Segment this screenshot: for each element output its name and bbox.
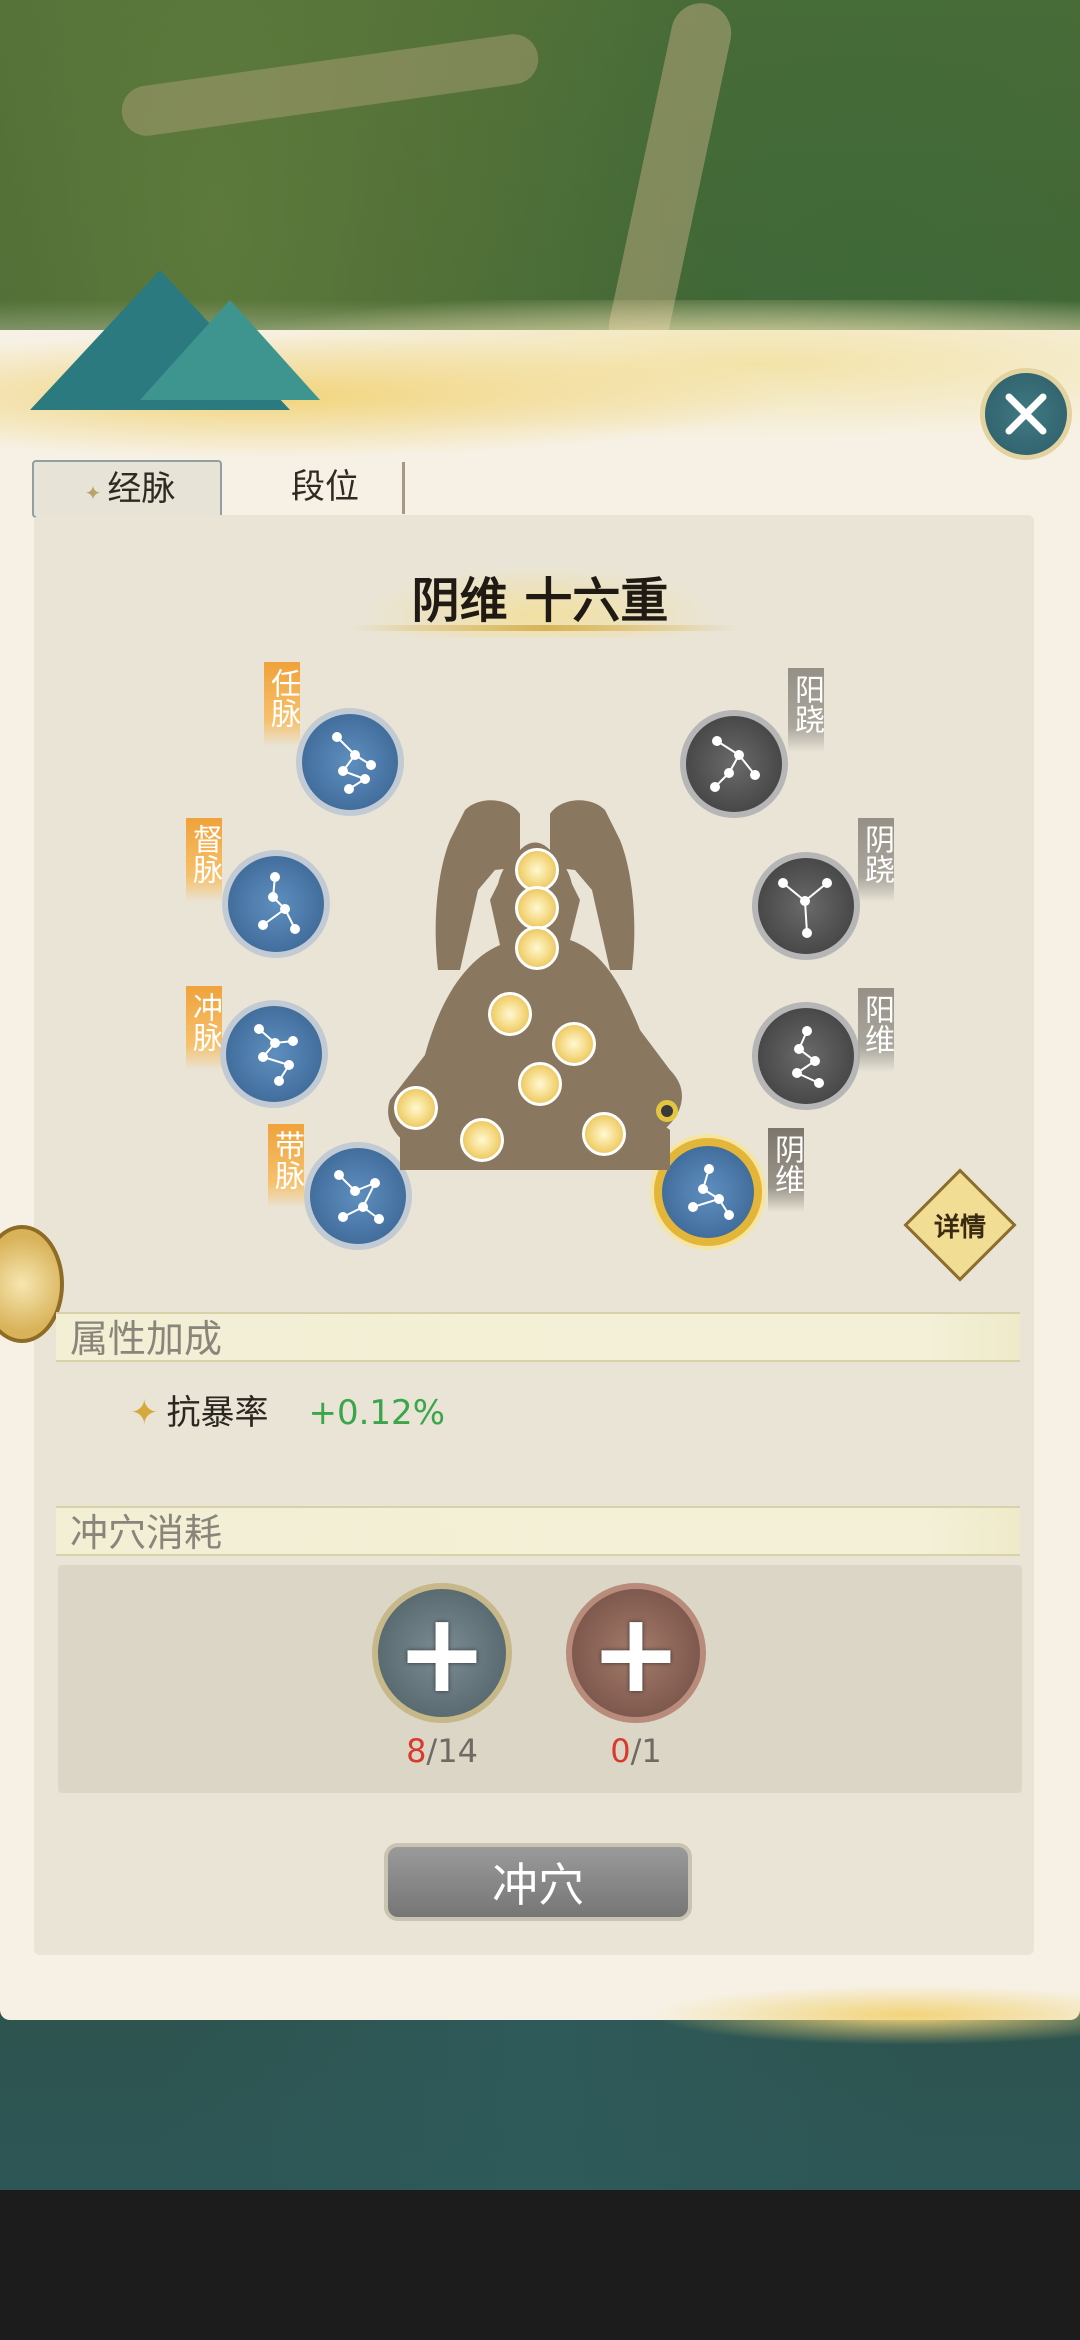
meridian-node-yangwei[interactable] — [752, 1002, 860, 1110]
meridian-label-chong: 冲脉 — [186, 986, 222, 1070]
acupoint — [460, 1118, 504, 1162]
plus-item-icon: + — [395, 1589, 489, 1717]
meridian-label-yinwei: 阴维 — [768, 1128, 804, 1212]
meridian-label-dai: 带脉 — [268, 1124, 304, 1208]
acupoint — [515, 926, 559, 970]
cost-items-box — [58, 1565, 1022, 1793]
close-button[interactable] — [980, 368, 1072, 460]
cost-item-count: 0/1 — [566, 1732, 706, 1770]
cost-section-header: 冲穴消耗 — [56, 1506, 1020, 1556]
cost-item-slot[interactable]: + — [566, 1583, 706, 1723]
meridian-label-ren: 任脉 — [264, 662, 300, 746]
tab-rank[interactable]: 段位 — [250, 460, 400, 514]
meridian-label-yangqiao: 阳跷 — [788, 668, 824, 752]
cost-item-slot[interactable]: + — [372, 1583, 512, 1723]
constellation-icon — [258, 872, 300, 934]
count-need: /1 — [630, 1732, 662, 1770]
tab-label: 经脉 — [107, 469, 176, 509]
acupoint — [518, 1062, 562, 1106]
meridian-label-yinqiao: 阴跷 — [858, 818, 894, 902]
meridian-label-du: 督脉 — [186, 818, 222, 902]
acupoint — [394, 1086, 438, 1130]
count-have: 8 — [406, 1732, 427, 1770]
tab-divider — [402, 462, 405, 514]
break-acupoint-button[interactable]: 冲穴 — [384, 1843, 692, 1921]
system-nav-bar — [0, 2190, 1080, 2340]
count-need: /14 — [426, 1732, 478, 1770]
sparkle-icon: ✦ — [84, 481, 102, 505]
attribute-row: ✦ 抗暴率 +0.12% — [130, 1388, 445, 1438]
acupoint — [552, 1022, 596, 1066]
sparkle-icon: ✦ — [130, 1393, 159, 1433]
cost-item-count: 8/14 — [372, 1732, 512, 1770]
map-road — [118, 31, 542, 139]
detail-button-label[interactable]: 详情 — [920, 1185, 1000, 1265]
meditation-figure — [370, 800, 700, 1200]
meridian-node-du[interactable] — [222, 850, 330, 958]
constellation-icon — [792, 1026, 824, 1088]
constellation-icon — [254, 1024, 298, 1086]
tab-meridian[interactable]: ✦ 经脉 — [32, 460, 222, 518]
attribute-value: +0.12% — [308, 1393, 446, 1433]
panel-cloud-decoration — [650, 1985, 1080, 2045]
meridian-node-chong[interactable] — [220, 1000, 328, 1108]
current-acupoint-marker — [656, 1100, 678, 1122]
title-ribbon-decoration — [350, 625, 740, 631]
acupoint — [515, 886, 559, 930]
tab-label: 段位 — [291, 467, 359, 507]
close-icon — [1005, 393, 1047, 435]
meridian-label-yangwei: 阳维 — [858, 988, 894, 1072]
mountain-decoration — [140, 300, 320, 400]
attribute-name: 抗暴率 — [166, 1393, 269, 1433]
acupoint — [582, 1112, 626, 1156]
constellation-icon — [332, 732, 376, 794]
plus-item-icon: + — [589, 1589, 683, 1717]
attribute-section-header: 属性加成 — [56, 1312, 1020, 1362]
acupoint — [488, 992, 532, 1036]
constellation-icon — [778, 878, 832, 938]
constellation-icon — [710, 736, 760, 792]
count-have: 0 — [610, 1732, 631, 1770]
meridian-node-yinqiao[interactable] — [752, 852, 860, 960]
